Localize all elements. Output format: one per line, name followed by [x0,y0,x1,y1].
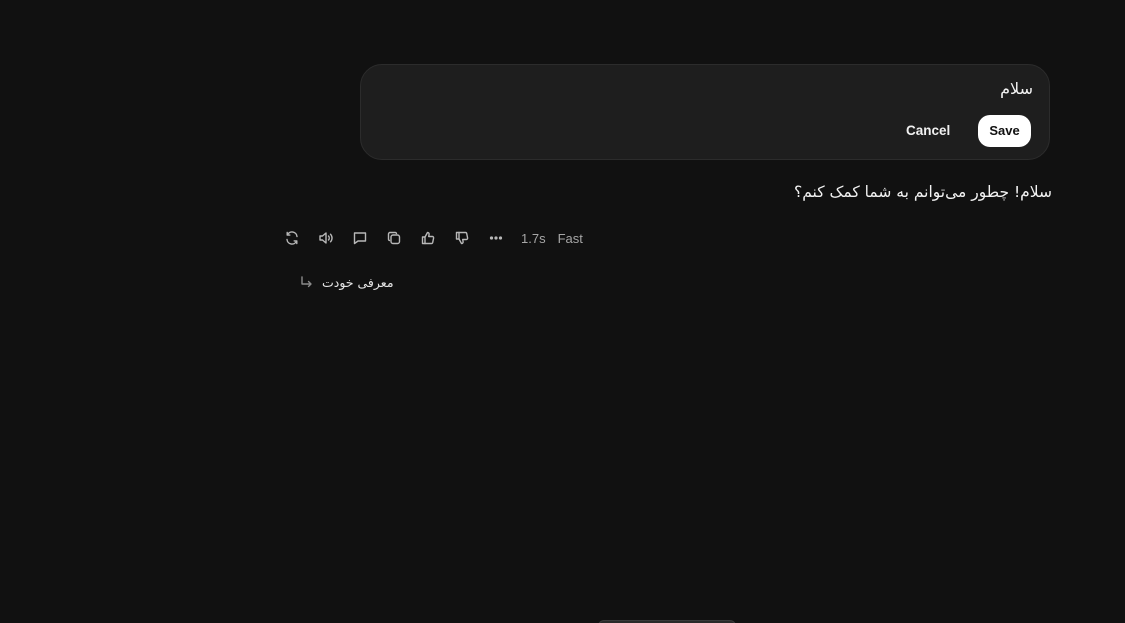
thumbs-down-icon[interactable] [451,227,473,249]
reply-arrow-icon [301,276,312,288]
response-time: 1.7s [521,230,546,246]
edit-message-box: سلام Cancel Save [360,64,1050,160]
save-button[interactable]: Save [978,115,1031,147]
message-action-bar: 1.7s Fast [281,226,583,250]
thumbs-up-icon[interactable] [417,227,439,249]
edit-message-input[interactable]: سلام [433,77,1033,101]
comment-icon[interactable] [349,227,371,249]
read-aloud-icon[interactable] [315,227,337,249]
suggested-followup[interactable]: معرفی خودت [298,270,394,294]
more-icon[interactable] [485,227,507,249]
copy-icon[interactable] [383,227,405,249]
chat-page: سلام Cancel Save سلام! چطور می‌توانم به … [0,0,1125,623]
cancel-button[interactable]: Cancel [906,115,950,147]
model-mode-label: Fast [557,230,583,246]
suggestion-label: معرفی خودت [322,274,394,290]
regenerate-icon[interactable] [281,227,303,249]
assistant-message: سلام! چطور می‌توانم به شما کمک کنم؟ [794,183,1052,201]
